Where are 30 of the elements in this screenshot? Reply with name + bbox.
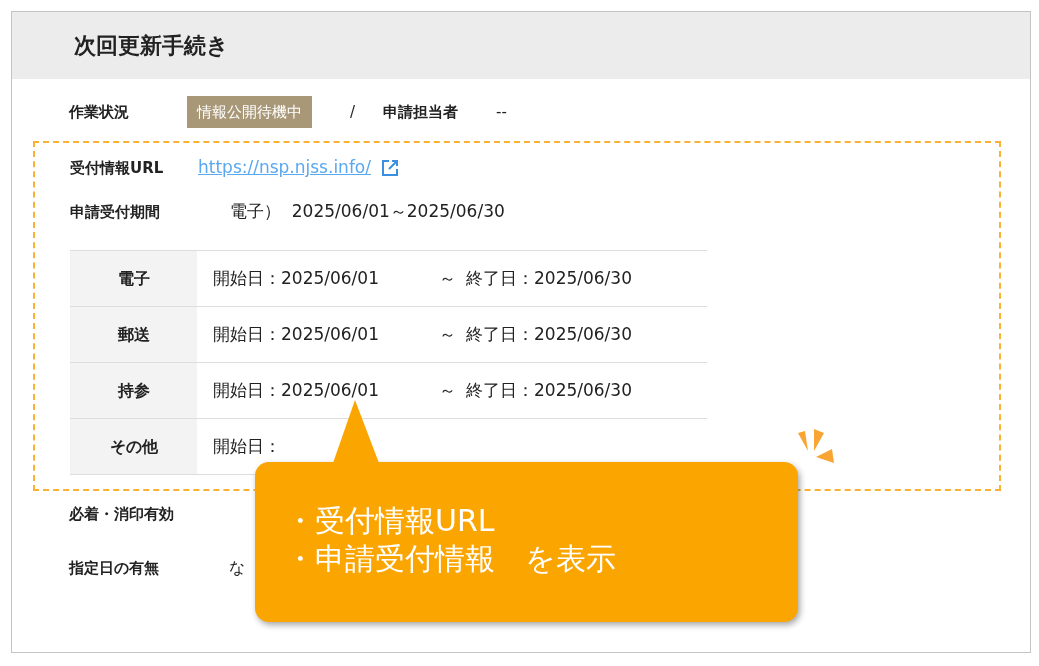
tilde: ～: [439, 322, 457, 346]
table-header-cell: 持参: [70, 363, 197, 418]
table-header-cell: 電子: [70, 251, 197, 306]
external-link-icon[interactable]: [381, 159, 399, 177]
end-date: 終了日：2025/06/30: [466, 378, 632, 402]
field-label: 指定日の有無: [69, 557, 160, 579]
callout-text: ・受付情報URL: [285, 502, 496, 540]
field-value: な: [229, 557, 245, 579]
status-badge: 情報公開待機中: [187, 95, 312, 129]
separator: /: [350, 101, 356, 123]
start-date: 開始日：2025/06/01: [213, 322, 380, 346]
tilde: ～: [439, 378, 457, 402]
start-date: 開始日：2025/06/01: [213, 266, 380, 290]
tilde: ～: [439, 266, 457, 290]
table-header-cell: その他: [70, 419, 197, 474]
field-label: 必着・消印有効: [69, 503, 175, 525]
field-label: 作業状況: [69, 101, 130, 123]
start-date: 開始日：: [213, 434, 282, 458]
field-label: 申請受付期間: [70, 201, 161, 223]
panel-title: 次回更新手続き: [74, 32, 229, 60]
start-date: 開始日：2025/06/01: [213, 378, 380, 402]
callout-text: ・申請受付情報 を表示: [285, 540, 617, 578]
url-link[interactable]: https://nsp.njss.info/: [198, 155, 371, 181]
table-header-cell: 郵送: [70, 307, 197, 362]
field-label: 受付情報URL: [70, 157, 165, 179]
end-date: 終了日：2025/06/30: [466, 266, 632, 290]
field-value: --: [496, 101, 507, 123]
end-date: 終了日：2025/06/30: [466, 322, 632, 346]
field-label: 申請担当者: [383, 101, 459, 123]
field-value: 電子） 2025/06/01～2025/06/30: [230, 200, 505, 224]
